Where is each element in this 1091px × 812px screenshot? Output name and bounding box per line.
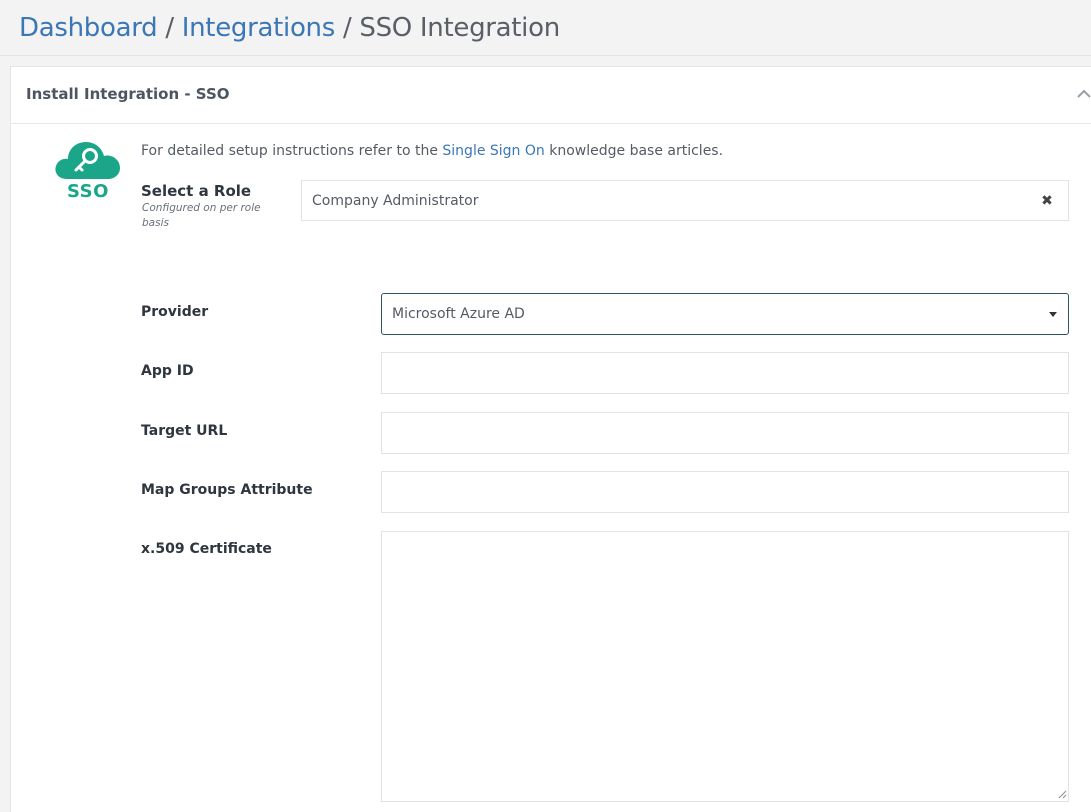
single-sign-on-link[interactable]: Single Sign On <box>442 143 544 159</box>
provider-select[interactable]: Microsoft Azure AD <box>381 293 1069 335</box>
breadcrumb-separator: / <box>165 13 174 43</box>
provider-label: Provider <box>141 304 209 320</box>
intro-suffix: knowledge base articles. <box>549 143 724 159</box>
close-icon[interactable]: ✖ <box>1039 193 1055 209</box>
role-hint: Configured on per role basis <box>142 202 261 229</box>
role-select-value: Company Administrator <box>312 193 479 209</box>
app-id-input[interactable] <box>381 352 1069 394</box>
target-url-input[interactable] <box>381 412 1069 454</box>
certificate-textarea[interactable] <box>381 531 1069 802</box>
sso-logo: SSO <box>53 139 123 205</box>
panel-title: Install Integration - SSO <box>26 85 230 103</box>
breadcrumb: Dashboard / Integrations / SSO Integrati… <box>19 10 560 46</box>
breadcrumb-integrations-link[interactable]: Integrations <box>182 13 336 43</box>
resize-handle-icon[interactable] <box>1057 789 1067 799</box>
provider-select-value: Microsoft Azure AD <box>392 306 525 322</box>
certificate-label: x.509 Certificate <box>141 541 272 557</box>
intro-prefix: For detailed setup instructions refer to… <box>141 143 438 159</box>
app-id-label: App ID <box>141 363 194 379</box>
target-url-label: Target URL <box>141 423 228 439</box>
breadcrumb-current: SSO Integration <box>359 13 560 43</box>
sso-logo-text: SSO <box>67 181 109 202</box>
install-integration-panel: Install Integration - SSO SSO For detail… <box>10 66 1091 812</box>
map-groups-input[interactable] <box>381 471 1069 513</box>
breadcrumb-separator: / <box>342 13 352 43</box>
panel-header[interactable]: Install Integration - SSO <box>11 67 1091 124</box>
role-select[interactable]: Company Administrator ✖ <box>301 180 1069 221</box>
header-divider <box>0 55 1091 56</box>
cloud-key-icon <box>55 142 120 179</box>
role-label: Select a Role <box>141 182 252 200</box>
intro-text: For detailed setup instructions refer to… <box>141 141 723 161</box>
chevron-down-icon <box>1049 312 1057 317</box>
chevron-up-icon[interactable] <box>1075 87 1091 101</box>
breadcrumb-dashboard-link[interactable]: Dashboard <box>19 13 158 43</box>
map-groups-label: Map Groups Attribute <box>141 482 313 498</box>
